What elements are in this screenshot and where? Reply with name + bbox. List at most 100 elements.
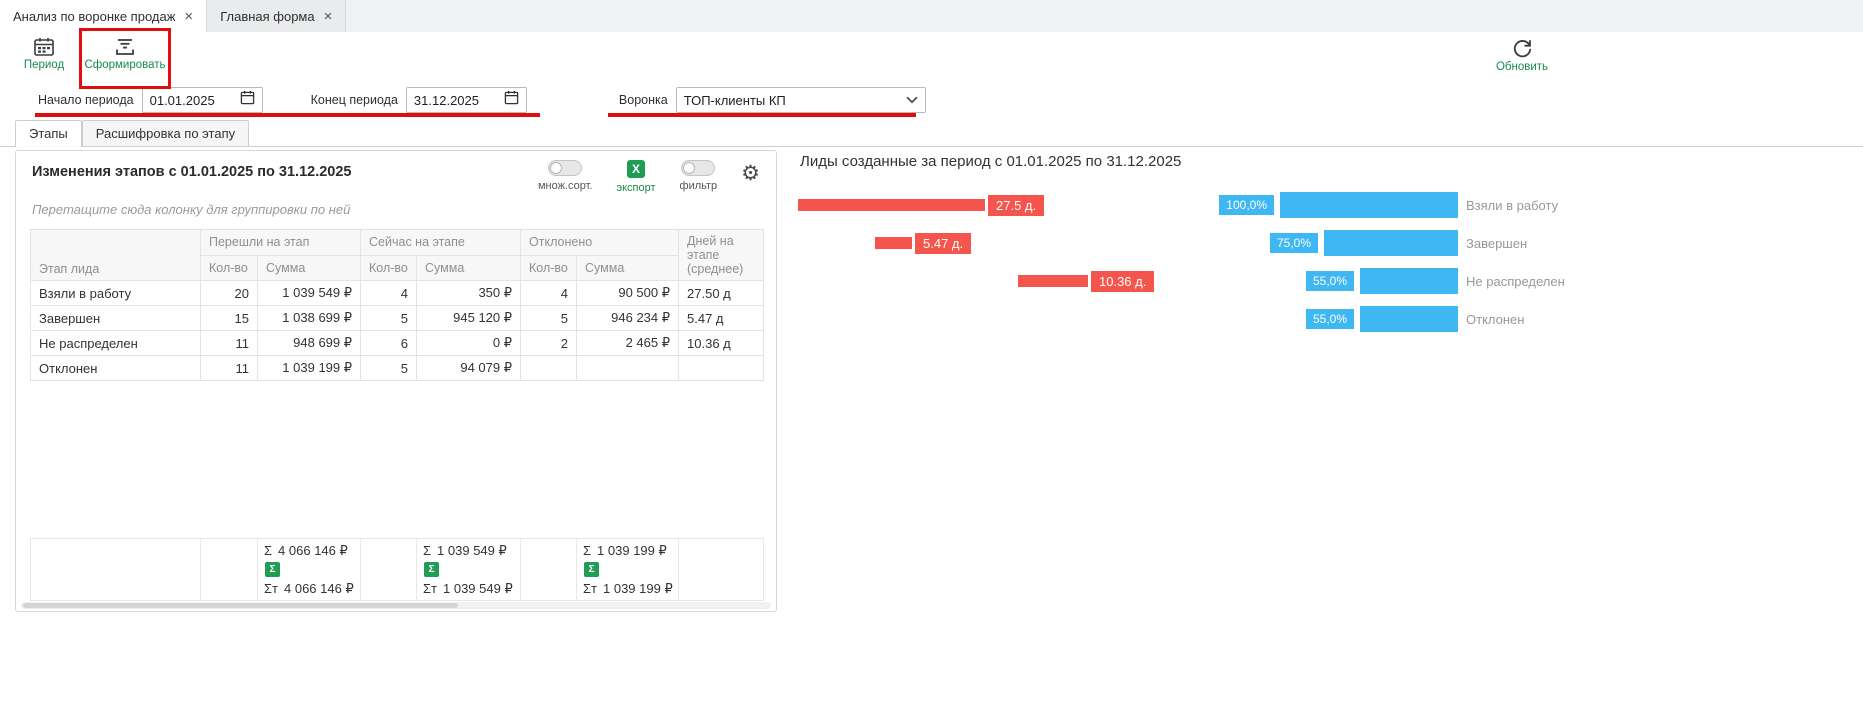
window-tab-bar: Анализ по воронке продаж × Главная форма…: [0, 0, 1863, 33]
toggle-switch[interactable]: [681, 160, 715, 176]
days-value-label: 10.36 д.: [1091, 271, 1154, 292]
cell-moved-count: 11: [201, 356, 258, 381]
panel-title: Изменения этапов с 01.01.2025 по 31.12.2…: [32, 164, 352, 180]
days-bar-row: 10.36 д.: [795, 262, 1165, 300]
refresh-button[interactable]: Обновить: [1488, 37, 1556, 73]
group-header-moved: Перешли на этап: [201, 230, 361, 256]
col-header-stage[interactable]: Этап лида: [31, 230, 201, 281]
generate-report-icon: [114, 37, 136, 57]
cell-days: 5.47 д: [679, 306, 764, 331]
cell-now-sum: 350 ₽: [417, 281, 521, 306]
generate-button[interactable]: Сформировать: [86, 37, 164, 71]
tab-stages[interactable]: Этапы: [15, 120, 82, 147]
totals-row: Σ4 066 146 ₽ Σ Σт4 066 146 ₽ Σ1 039 549 …: [30, 538, 764, 601]
cell-now-count: 4: [361, 281, 417, 306]
percent-label: 75,0%: [1270, 233, 1318, 253]
cell-rejected-sum: 90 500 ₽: [577, 281, 679, 306]
cell-now-count: 6: [361, 331, 417, 356]
col-header-days[interactable]: Дней на этапе (среднее): [679, 230, 764, 281]
stages-panel: Изменения этапов с 01.01.2025 по 31.12.2…: [15, 150, 777, 612]
col-header-count[interactable]: Кол-во: [521, 255, 577, 281]
start-date-field[interactable]: [142, 87, 263, 113]
cell-now-sum: 94 079 ₽: [417, 356, 521, 381]
sigma-total-icon: Σт: [264, 581, 278, 596]
cell-moved-count: 20: [201, 281, 258, 306]
sigma-badge-icon: Σ: [584, 562, 599, 577]
table-row[interactable]: Отклонен 11 1 039 199 ₽ 5 94 079 ₽: [31, 356, 764, 381]
close-icon[interactable]: ×: [184, 9, 193, 24]
calendar-icon[interactable]: [240, 90, 255, 110]
days-on-stage-chart: 27.5 д. 5.47 д. 10.36 д.: [795, 186, 1165, 300]
table-row[interactable]: Взяли в работу 20 1 039 549 ₽ 4 350 ₽ 4 …: [31, 281, 764, 306]
totals-rejected-sum: Σ1 039 199 ₽ Σ Σт1 039 199 ₽: [577, 539, 679, 601]
refresh-button-label: Обновить: [1496, 61, 1548, 73]
totals-now-sum: Σ1 039 549 ₽ Σ Σт1 039 549 ₽: [417, 539, 521, 601]
stage-label: Завершен: [1466, 236, 1527, 251]
funnel-bar-row: 100,0% Взяли в работу: [1212, 186, 1612, 224]
group-header-rejected: Отклонено: [521, 230, 679, 256]
cell-stage: Отклонен: [31, 356, 201, 381]
col-header-sum[interactable]: Сумма: [577, 255, 679, 281]
col-header-sum[interactable]: Сумма: [417, 255, 521, 281]
stage-label: Не распределен: [1466, 274, 1565, 289]
totals-empty: [361, 539, 417, 601]
funnel-select[interactable]: ТОП-клиенты КП: [676, 87, 926, 113]
cell-rejected-count: [521, 356, 577, 381]
toggle-switch[interactable]: [548, 160, 582, 176]
end-date-field[interactable]: [406, 87, 527, 113]
cell-days: 27.50 д: [679, 281, 764, 306]
percent-label: 100,0%: [1219, 195, 1274, 215]
export-label: экспорт: [616, 182, 655, 194]
start-date-input[interactable]: [150, 93, 235, 108]
scrollbar-thumb[interactable]: [23, 603, 458, 608]
cell-moved-sum: 1 039 199 ₽: [258, 356, 361, 381]
col-header-count[interactable]: Кол-во: [361, 255, 417, 281]
days-value-label: 5.47 д.: [915, 233, 971, 254]
calendar-icon[interactable]: [504, 90, 519, 110]
totals-empty: [201, 539, 258, 601]
filter-label: фильтр: [680, 180, 718, 192]
period-button[interactable]: Период: [20, 37, 68, 71]
cell-rejected-count: 4: [521, 281, 577, 306]
end-date-input[interactable]: [414, 93, 499, 108]
table-row[interactable]: Не распределен 11 948 699 ₽ 6 0 ₽ 2 2 46…: [31, 331, 764, 356]
window-tab-main-form[interactable]: Главная форма ×: [207, 0, 346, 32]
cell-moved-count: 11: [201, 331, 258, 356]
percent-label: 55,0%: [1306, 309, 1354, 329]
col-header-count[interactable]: Кол-во: [201, 255, 258, 281]
generate-button-label: Сформировать: [84, 59, 165, 71]
excel-icon: X: [627, 160, 645, 178]
sigma-badge-icon: Σ: [265, 562, 280, 577]
close-icon[interactable]: ×: [324, 9, 333, 24]
toolbar: Период Сформировать Обновить: [0, 32, 1863, 82]
horizontal-scrollbar[interactable]: [21, 602, 771, 609]
days-value-label: 27.5 д.: [988, 195, 1044, 216]
days-bar: [1018, 275, 1088, 287]
cell-now-count: 5: [361, 356, 417, 381]
sigma-icon: Σ: [583, 543, 591, 558]
table-row[interactable]: Завершен 15 1 038 699 ₽ 5 945 120 ₽ 5 94…: [31, 306, 764, 331]
days-bar-row: 5.47 д.: [795, 224, 1165, 262]
totals-empty: [679, 539, 764, 601]
sigma-icon: Σ: [264, 543, 272, 558]
window-tab-analysis[interactable]: Анализ по воронке продаж ×: [0, 0, 207, 33]
filter-bar: Начало периода Конец периода Воронка ТОП…: [0, 84, 1863, 116]
filter-toggle[interactable]: фильтр: [680, 160, 718, 192]
chevron-down-icon: [906, 91, 918, 109]
cell-days: 10.36 д: [679, 331, 764, 356]
tab-stage-detail[interactable]: Расшифровка по этапу: [82, 120, 249, 146]
stage-label: Взяли в работу: [1466, 198, 1558, 213]
multisort-toggle[interactable]: множ.сорт.: [538, 160, 593, 192]
export-button[interactable]: X экспорт: [616, 160, 655, 194]
percent-label: 55,0%: [1306, 271, 1354, 291]
cell-rejected-sum: 2 465 ₽: [577, 331, 679, 356]
cell-stage: Взяли в работу: [31, 281, 201, 306]
settings-gear-icon[interactable]: ⚙: [741, 163, 760, 184]
cell-now-count: 5: [361, 306, 417, 331]
multisort-label: множ.сорт.: [538, 180, 593, 192]
cell-stage: Завершен: [31, 306, 201, 331]
funnel-bar-row: 55,0% Не распределен: [1212, 262, 1612, 300]
group-header-now: Сейчас на этапе: [361, 230, 521, 256]
cell-rejected-count: 2: [521, 331, 577, 356]
col-header-sum[interactable]: Сумма: [258, 255, 361, 281]
